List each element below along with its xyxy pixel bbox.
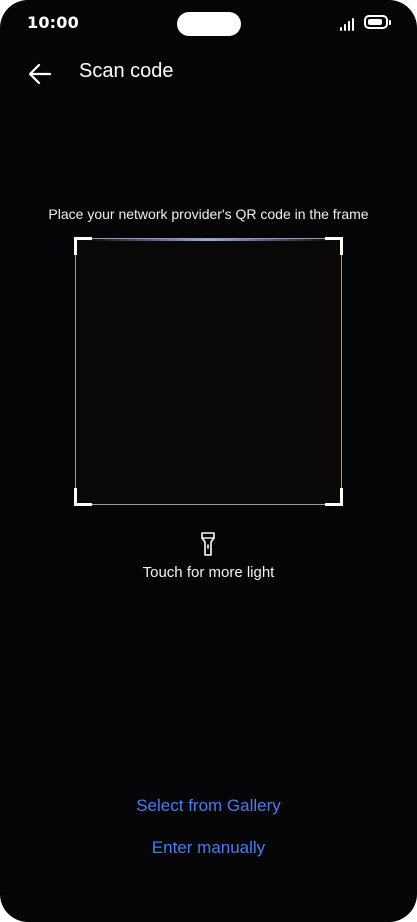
frame-corner-bottom-right bbox=[325, 488, 343, 506]
scan-instruction: Place your network provider's QR code in… bbox=[48, 206, 369, 222]
status-time: 10:00 bbox=[27, 13, 79, 32]
back-button[interactable] bbox=[26, 60, 54, 88]
frame-corner-top-right bbox=[325, 237, 343, 255]
scan-line bbox=[84, 239, 333, 241]
enter-manually-button[interactable]: Enter manually bbox=[0, 838, 417, 858]
flashlight-icon bbox=[201, 532, 215, 556]
flashlight-label[interactable]: Touch for more light bbox=[0, 564, 417, 581]
phone-screen: 10:00 Scan code Place your network provi… bbox=[0, 0, 417, 922]
camera-notch bbox=[177, 12, 241, 36]
frame-corner-top-left bbox=[74, 237, 92, 255]
select-from-gallery-button[interactable]: Select from Gallery bbox=[0, 796, 417, 816]
flashlight-button[interactable] bbox=[198, 531, 218, 557]
battery-icon bbox=[364, 15, 391, 29]
page-title: Scan code bbox=[79, 60, 174, 82]
signal-icon bbox=[340, 17, 358, 31]
arrow-left-icon bbox=[28, 63, 52, 85]
scan-frame bbox=[74, 237, 343, 506]
frame-corner-bottom-left bbox=[74, 488, 92, 506]
